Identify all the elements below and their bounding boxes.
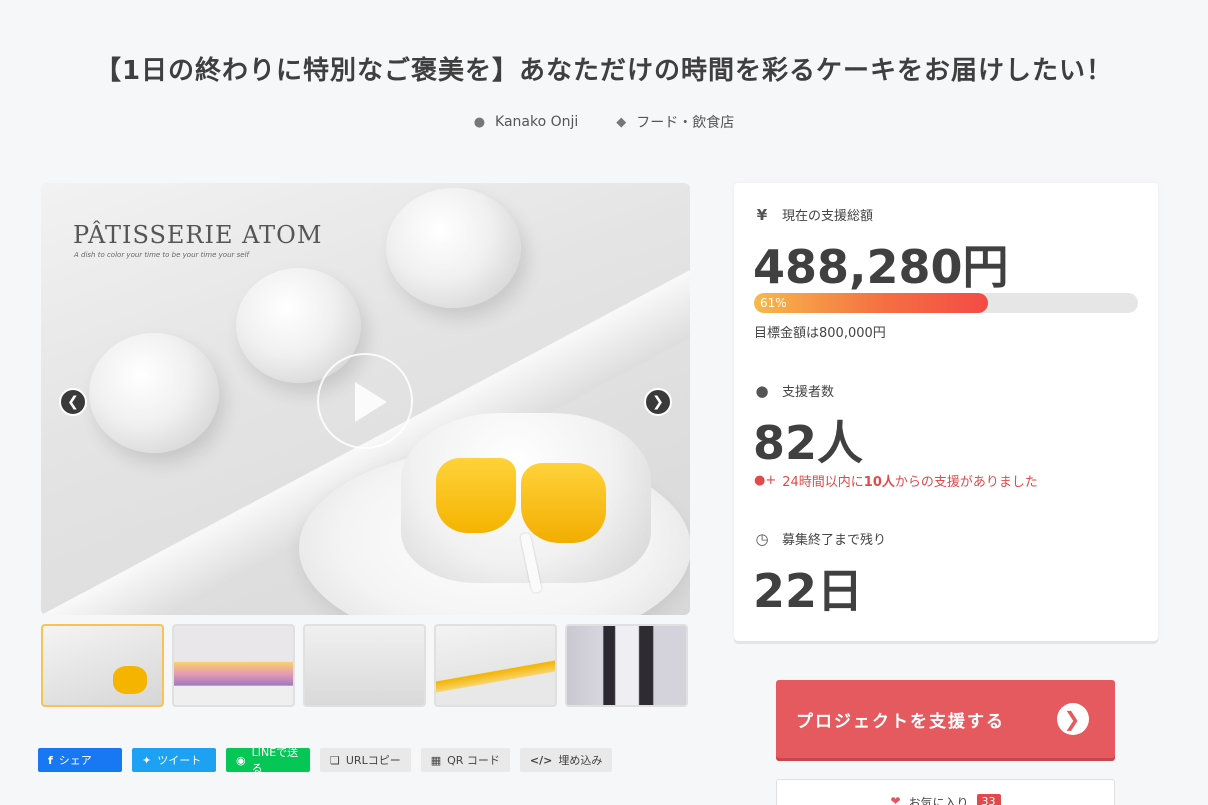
thumbnail-3[interactable] <box>303 624 426 707</box>
slider-next-button[interactable]: ❯ <box>644 388 672 416</box>
funding-progress-label: 61% <box>760 296 787 310</box>
brand-tagline: A dish to color your time to be your tim… <box>74 251 249 259</box>
embed-button[interactable]: </> 埋め込み <box>519 748 613 772</box>
main-media-slider[interactable]: PÂTISSERIE ATOM A dish to color your tim… <box>41 183 690 615</box>
hero-cake-filling <box>436 458 516 533</box>
recent-supporters-text: 24時間以内に10人からの支援がありました <box>782 471 1038 490</box>
facebook-share-button[interactable]: f シェア <box>38 748 122 772</box>
hero-cake-3 <box>386 188 521 308</box>
funding-stats-card: ¥ 現在の支援総額 488,280円 61% 目標金額は800,000円 ● 支… <box>734 183 1158 641</box>
favorite-count-badge: 33 <box>976 794 1001 805</box>
thumbnail-4[interactable] <box>434 624 557 707</box>
remaining-days: 22日 <box>753 564 864 618</box>
share-buttons: f シェア ✦ ツイート ◉ LINEで送る ❏ URLコピー ▦ QR コード… <box>38 746 613 775</box>
brand-logo: PÂTISSERIE ATOM <box>73 221 323 249</box>
recent-suffix: からの支援がありました <box>894 475 1038 490</box>
chevron-left-icon: ❮ <box>67 394 79 410</box>
line-share-button[interactable]: ◉ LINEで送る <box>226 746 310 775</box>
favorite-button[interactable]: ❤ お気に入り 33 <box>776 779 1115 805</box>
qr-icon: ▦ <box>430 753 442 767</box>
line-share-label: LINEで送る <box>251 746 299 775</box>
line-icon: ◉ <box>236 753 246 767</box>
total-funding-label: ¥ 現在の支援総額 <box>754 205 874 225</box>
clock-icon: ◷ <box>755 529 769 548</box>
chevron-right-icon: ❯ <box>652 394 664 410</box>
twitter-share-label: ツイート <box>157 754 202 767</box>
user-icon: ● <box>473 114 486 130</box>
funding-goal: 目標金額は800,000円 <box>754 326 886 341</box>
support-project-label: プロジェクトを支援する <box>796 711 1005 732</box>
user-plus-icon: ●+ <box>754 473 777 488</box>
qr-code-button[interactable]: ▦ QR コード <box>420 748 510 772</box>
supporters-count: 82人 <box>753 416 864 470</box>
heart-icon: ❤ <box>890 794 901 805</box>
category-name: フード・飲食店 <box>636 115 735 131</box>
funding-progress-fill: 61% <box>754 293 989 313</box>
remaining-label-text: 募集終了まで残り <box>782 533 887 548</box>
funding-progress-bar: 61% <box>754 293 1138 313</box>
thumbnail-1[interactable] <box>41 624 164 707</box>
facebook-share-label: シェア <box>58 754 92 767</box>
recent-prefix: 24時間以内に <box>782 475 864 490</box>
recent-count: 10人 <box>863 475 895 490</box>
yen-icon: ¥ <box>756 205 768 224</box>
url-copy-button[interactable]: ❏ URLコピー <box>320 748 411 772</box>
slider-prev-button[interactable]: ❮ <box>59 388 87 416</box>
project-title: 【1日の終わりに特別なご褒美を】あなただけの時間を彩るケーキをお届けしたい！ <box>94 56 1114 86</box>
project-meta: ● Kanako Onji ◆ フード・飲食店 <box>0 112 1208 132</box>
total-funding-label-text: 現在の支援総額 <box>782 209 874 224</box>
user-icon: ● <box>755 381 769 400</box>
qr-code-label: QR コード <box>447 754 500 767</box>
url-copy-label: URLコピー <box>345 754 401 767</box>
thumbnail-5[interactable] <box>565 624 688 707</box>
category-link[interactable]: ◆ フード・飲食店 <box>616 112 734 132</box>
code-icon: </> <box>529 753 553 767</box>
thumbnail-2[interactable] <box>172 624 295 707</box>
remaining-label: ◷ 募集終了まで残り <box>754 529 887 549</box>
author-link[interactable]: ● Kanako Onji <box>474 112 579 132</box>
play-video-button[interactable] <box>317 353 413 449</box>
thumbnail-cake-image <box>113 666 147 694</box>
supporters-label-text: 支援者数 <box>782 385 835 400</box>
twitter-share-button[interactable]: ✦ ツイート <box>132 748 216 772</box>
support-project-button[interactable]: プロジェクトを支援する ❯ <box>776 680 1115 758</box>
copy-icon: ❏ <box>330 753 340 767</box>
chevron-right-icon: ❯ <box>1057 703 1089 735</box>
media-thumbnails <box>41 624 688 707</box>
embed-label: 埋め込み <box>558 754 603 767</box>
total-funding-amount: 488,280円 <box>753 240 1009 294</box>
author-name: Kanako Onji <box>495 114 579 130</box>
facebook-icon: f <box>48 753 53 767</box>
tag-icon: ◆ <box>616 114 627 130</box>
hero-cake-filling <box>521 463 606 543</box>
supporters-label: ● 支援者数 <box>754 381 835 401</box>
favorite-label: お気に入り <box>908 796 969 805</box>
twitter-icon: ✦ <box>142 753 152 767</box>
recent-supporters-notice: ●+ 24時間以内に10人からの支援がありました <box>754 471 1038 490</box>
hero-cake-1 <box>89 333 219 453</box>
